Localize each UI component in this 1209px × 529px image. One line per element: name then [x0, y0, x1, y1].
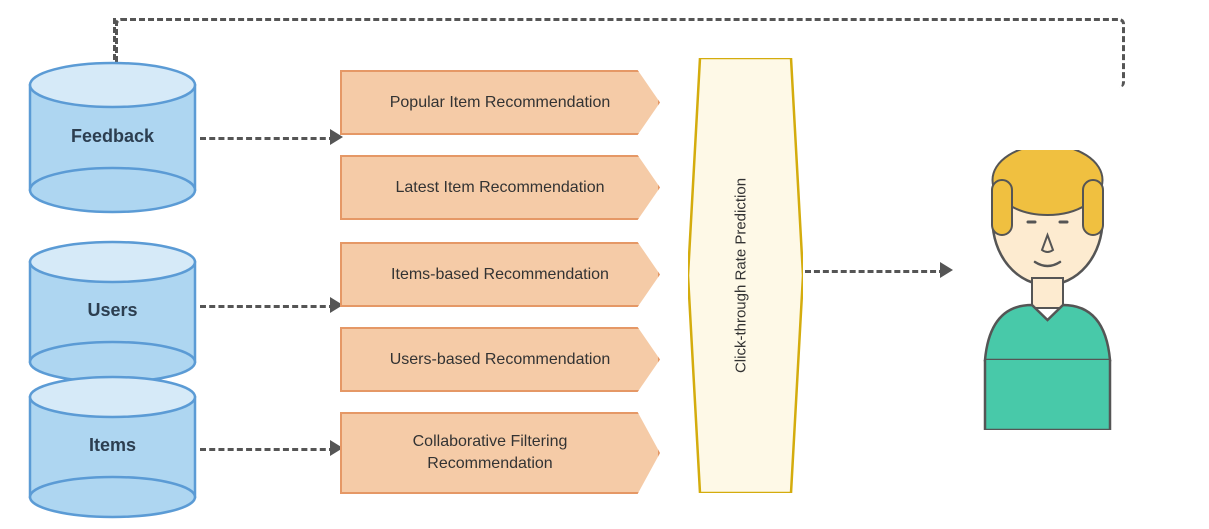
users-cylinder: Users — [25, 240, 200, 385]
feedback-cylinder: Feedback — [25, 60, 200, 215]
rec-collab: Collaborative FilteringRecommendation — [340, 412, 660, 494]
rec-collab-label: Collaborative FilteringRecommendation — [413, 431, 568, 476]
rec-users-based: Users-based Recommendation — [340, 327, 660, 392]
person-icon — [960, 150, 1135, 430]
rec-popular-label: Popular Item Recommendation — [390, 94, 611, 112]
rec-items-based: Items-based Recommendation — [340, 242, 660, 307]
svg-text:Items: Items — [89, 435, 136, 455]
arrow-users — [200, 305, 335, 308]
svg-text:Click-through Rate Prediction: Click-through Rate Prediction — [733, 178, 750, 373]
ctr-box: Click-through Rate Prediction — [688, 58, 803, 493]
svg-text:Users: Users — [87, 300, 137, 320]
rec-items-based-label: Items-based Recommendation — [391, 266, 609, 284]
rec-popular: Popular Item Recommendation — [340, 70, 660, 135]
diagram-container: Feedback Users Items Popular Item Recomm… — [0, 0, 1209, 529]
arrow-feedback — [200, 137, 335, 140]
arrow-ctr-person — [805, 270, 945, 273]
items-cylinder: Items — [25, 375, 200, 520]
rec-latest-label: Latest Item Recommendation — [396, 179, 605, 197]
rec-latest: Latest Item Recommendation — [340, 155, 660, 220]
arrow-ctr-person-head — [940, 262, 953, 278]
rec-users-based-label: Users-based Recommendation — [390, 351, 611, 369]
arrow-items — [200, 448, 335, 451]
svg-text:Feedback: Feedback — [71, 126, 155, 146]
